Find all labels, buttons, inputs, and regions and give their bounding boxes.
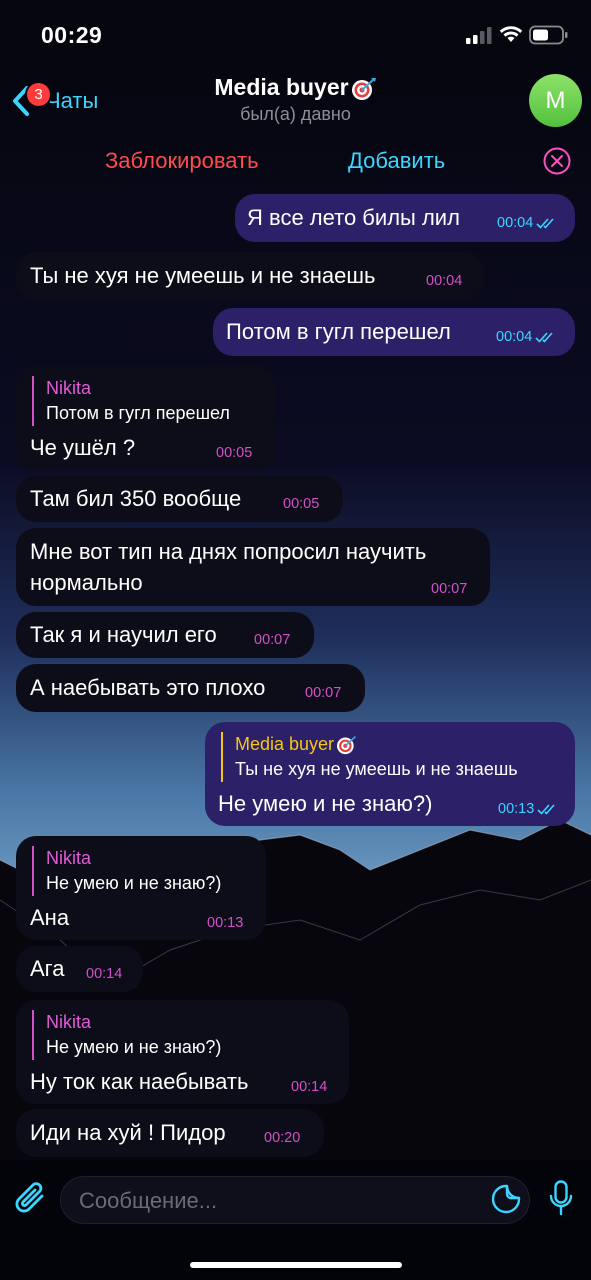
dart-target-icon (337, 736, 356, 755)
message-input-bar (0, 1160, 591, 1280)
message-time-value: 00:04 (496, 329, 533, 345)
block-button[interactable]: Заблокировать (105, 148, 259, 174)
reply-quote[interactable]: Nikita Потом в гугл перешел (32, 376, 230, 426)
message-list[interactable]: Я все лето билы лил 00:04 Ты не хуя не у… (0, 0, 591, 1280)
reply-text: Не умею и не знаю?) (46, 873, 222, 893)
message-time: 00:04 (426, 273, 463, 289)
message-text: Так я и научил его (30, 622, 217, 647)
message-text: Потом в гугл перешел (226, 319, 451, 344)
double-check-icon (537, 804, 555, 815)
reply-text: Потом в гугл перешел (46, 403, 230, 423)
contact-name[interactable]: Media buyer (0, 74, 591, 101)
message-text: Ты не хуя не умеешь и не знаешь (30, 263, 376, 288)
avatar[interactable]: M (529, 74, 582, 127)
message-text: Там бил 350 вообще (30, 486, 242, 511)
message-time: 00:07 (305, 685, 342, 701)
message-time: 00:13 (498, 801, 559, 817)
message-time: 00:04 (496, 329, 557, 345)
reply-author: Nikita (46, 1012, 92, 1032)
message-text: Иди на хуй ! Пидор (30, 1120, 226, 1145)
double-check-icon (535, 332, 553, 343)
contact-action-bar: Заблокировать Добавить (0, 140, 591, 184)
sticker-icon[interactable] (491, 1184, 521, 1214)
chat-header: Чаты 3 Media buyer был(а) давно M (0, 64, 591, 140)
message-text: Не умею и не знаю?) (218, 791, 433, 816)
message-time: 00:07 (254, 632, 291, 648)
message-text: Я все лето билы лил (247, 205, 460, 230)
message-bubble-outgoing[interactable]: Потом в гугл перешел 00:04 (213, 308, 575, 356)
reply-text: Не умею и не знаю?) (46, 1037, 222, 1057)
reply-quote[interactable]: Nikita Не умею и не знаю?) (32, 846, 221, 896)
message-bubble-outgoing[interactable]: Media buyer Ты не хуя не умеешь и не зна… (205, 722, 575, 826)
message-text: Ана (30, 905, 70, 930)
status-bar: 00:29 (0, 0, 591, 64)
message-bubble-incoming[interactable]: Иди на хуй ! Пидор 00:20 (16, 1109, 324, 1157)
message-bubble-incoming[interactable]: Ты не хуя не умеешь и не знаешь 00:04 (16, 252, 484, 300)
microphone-icon[interactable] (549, 1180, 573, 1218)
message-time: 00:04 (497, 215, 558, 231)
dart-target-icon (351, 77, 376, 100)
message-text: А наебывать это плохо (30, 675, 266, 700)
battery-icon (529, 25, 568, 45)
paperclip-icon[interactable] (14, 1180, 48, 1216)
message-time: 00:13 (207, 915, 244, 931)
message-time: 00:07 (431, 581, 468, 597)
message-bubble-incoming[interactable]: А наебывать это плохо 00:07 (16, 664, 365, 712)
reply-author: Nikita (46, 378, 92, 398)
message-bubble-incoming[interactable]: Мне вот тип на днях попросил научить нор… (16, 528, 490, 606)
message-text-line: Мне вот тип на днях попросил научить (30, 539, 427, 564)
message-time: 00:14 (291, 1079, 328, 1095)
reply-text: Ты не хуя не умеешь и не знаешь (235, 759, 518, 779)
contact-name-text: Media buyer (214, 74, 349, 100)
message-bubble-incoming[interactable]: Nikita Потом в гугл перешел Че ушёл ? 00… (16, 366, 276, 470)
message-input[interactable] (79, 1186, 479, 1216)
add-contact-button[interactable]: Добавить (348, 148, 445, 174)
home-indicator (190, 1262, 402, 1268)
message-bubble-incoming[interactable]: Так я и научил его 00:07 (16, 612, 314, 658)
message-text: Ну ток как наебывать (30, 1069, 249, 1094)
message-bubble-incoming[interactable]: Ага 00:14 (16, 946, 143, 992)
message-text: Ага (30, 956, 65, 981)
contact-status: был(а) давно (240, 104, 351, 124)
reply-quote[interactable]: Nikita Не умею и не знаю?) (32, 1010, 221, 1060)
cellular-signal-icon (466, 27, 492, 44)
message-time: 00:05 (216, 445, 253, 461)
reply-author: Nikita (46, 848, 92, 868)
message-bubble-outgoing[interactable]: Я все лето билы лил 00:04 (235, 194, 575, 242)
message-text-line: нормально (30, 570, 143, 595)
message-field[interactable] (60, 1176, 530, 1224)
message-bubble-incoming[interactable]: Там бил 350 вообще 00:05 (16, 476, 343, 522)
message-time: 00:05 (283, 496, 320, 512)
message-text: Че ушёл ? (30, 435, 136, 460)
double-check-icon (536, 218, 554, 229)
message-time-value: 00:04 (497, 215, 534, 231)
message-bubble-incoming[interactable]: Nikita Не умею и не знаю?) Ну ток как на… (16, 1000, 349, 1104)
reply-author-text: Media buyer (235, 734, 335, 754)
message-time-value: 00:13 (498, 801, 535, 817)
message-bubble-incoming[interactable]: Nikita Не умею и не знаю?) Ана 00:13 (16, 836, 266, 940)
message-time: 00:14 (86, 966, 123, 982)
message-time: 00:20 (264, 1130, 301, 1146)
close-icon[interactable] (543, 147, 571, 175)
status-time: 00:29 (41, 22, 103, 48)
wifi-icon (499, 26, 523, 42)
reply-author: Media buyer (235, 732, 518, 756)
reply-quote[interactable]: Media buyer Ты не хуя не умеешь и не зна… (221, 732, 518, 782)
